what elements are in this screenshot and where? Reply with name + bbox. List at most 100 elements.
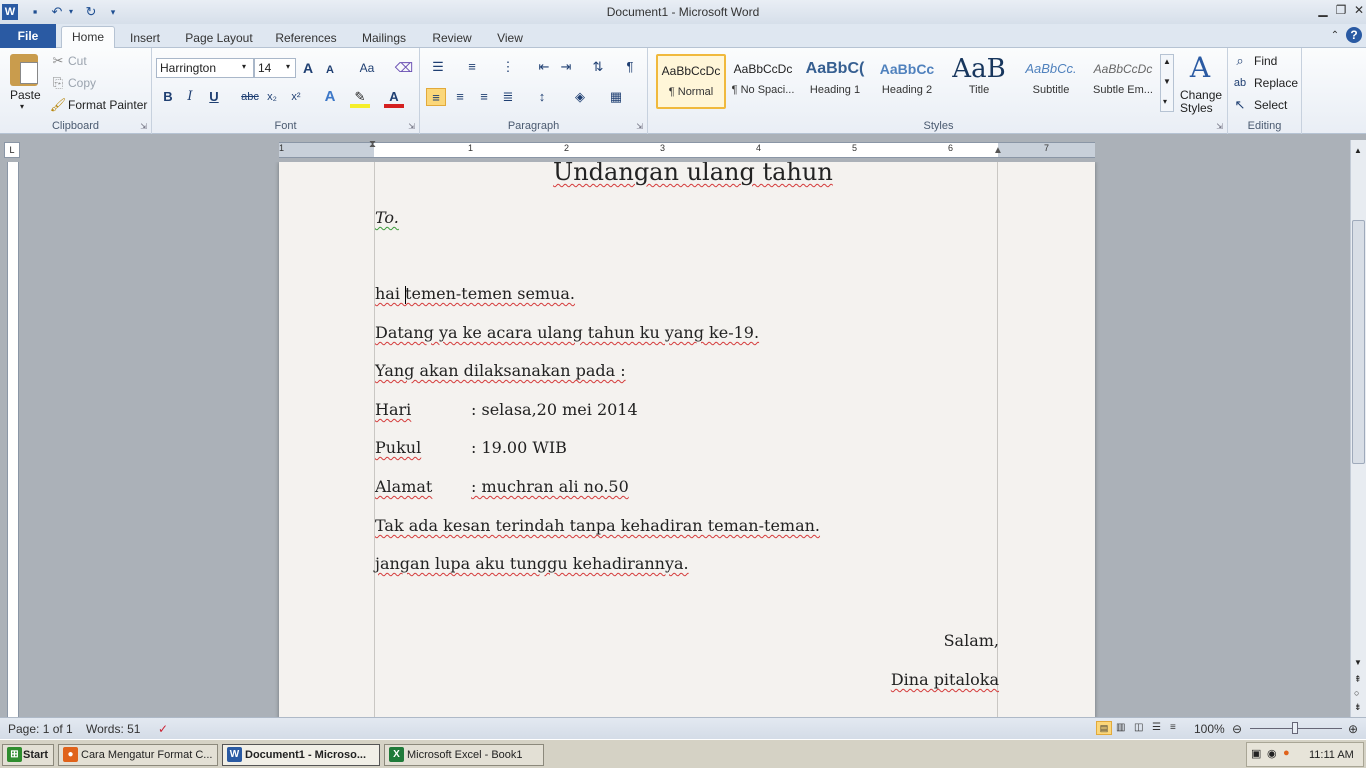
doc-hari-label[interactable]: Hari [375,400,411,419]
increase-indent-icon[interactable]: ⇥ [556,58,576,76]
font-name-field[interactable]: Harrington [156,58,254,78]
doc-line-1[interactable]: Datang ya ke acara ulang tahun ku yang k… [375,323,759,342]
line-spacing-icon[interactable]: ↕ [532,88,552,106]
tab-selector-icon[interactable]: L [4,142,20,158]
volume-icon[interactable]: ◉ [1267,747,1277,760]
font-size-dropdown-icon[interactable]: ▾ [286,62,290,71]
tab-review[interactable]: Review [428,28,476,48]
styles-scroll[interactable]: ▲ ▼ ▾ [1160,54,1174,112]
vertical-scrollbar[interactable]: ▲ ▼ ⇞ ○ ⇟ [1350,140,1366,717]
change-styles-label-2[interactable]: Styles [1180,101,1213,115]
ruler-bar[interactable]: 1 1 2 3 4 5 6 7 ⧗ ▲ [279,139,1095,158]
format-painter-button[interactable]: Format Painter [68,98,147,112]
next-page-icon[interactable]: ⇟ [1354,702,1362,713]
font-launcher-icon[interactable]: ⇲ [408,122,415,131]
doc-title[interactable]: Undangan ulang tahun [553,162,833,186]
page-count[interactable]: Page: 1 of 1 [8,722,73,736]
copy-button[interactable]: Copy [68,76,96,90]
tab-insert[interactable]: Insert [126,28,164,48]
tab-file[interactable]: File [0,24,56,48]
multilevel-list-icon[interactable]: ⋮ [498,58,518,76]
find-button[interactable]: Find [1254,54,1277,68]
print-layout-icon[interactable]: ▤ [1096,721,1112,735]
shrink-font-button[interactable]: A [320,61,340,79]
document-page[interactable]: Undangan ulang tahun To. hai temen-temen… [279,162,1095,717]
paste-button[interactable] [6,52,42,88]
paragraph-launcher-icon[interactable]: ⇲ [636,122,643,131]
word-count[interactable]: Words: 51 [86,722,140,736]
start-button[interactable]: ⊞ Start [2,744,54,766]
subscript-button[interactable]: x₂ [262,88,282,106]
doc-signature[interactable]: Dina pitaloka [891,670,999,689]
style-normal[interactable]: AaBbCcDc ¶ Normal [656,54,726,109]
taskbar-firefox[interactable]: ● Cara Mengatur Format C... [58,744,218,766]
taskbar-excel[interactable]: X Microsoft Excel - Book1 [384,744,544,766]
borders-icon[interactable]: ▦ [606,88,626,106]
tab-page-layout[interactable]: Page Layout [182,28,256,48]
bold-button[interactable]: B [158,88,178,106]
change-styles-icon[interactable]: A [1184,52,1216,84]
underline-button[interactable]: U [204,88,224,106]
tab-references[interactable]: References [272,28,340,48]
clear-formatting-icon[interactable]: ⌫ [394,59,414,77]
decrease-indent-icon[interactable]: ⇤ [534,58,554,76]
taskbar-word[interactable]: W Document1 - Microso... [222,744,380,766]
replace-button[interactable]: Replace [1254,76,1298,90]
font-color-icon[interactable]: A [384,88,404,108]
proofing-icon[interactable]: ✓ [158,722,168,736]
font-name-dropdown-icon[interactable]: ▾ [242,62,246,71]
highlight-icon[interactable]: ✎ [350,88,370,108]
doc-line-3[interactable]: Tak ada kesan terindah tanpa kehadiran t… [375,516,820,535]
italic-button[interactable]: I [180,88,200,106]
tab-mailings[interactable]: Mailings [356,28,412,48]
web-layout-icon[interactable]: ◫ [1134,722,1143,733]
strikethrough-button[interactable]: abc [238,88,262,106]
style-subtle-emphasis[interactable]: AaBbCcDc Subtle Em... [1088,54,1158,109]
align-center-icon[interactable]: ≡ [450,88,470,106]
doc-line-2[interactable]: Yang akan dilaksanakan pada : [375,361,626,380]
vertical-ruler-bar[interactable] [7,162,19,717]
browse-object-icon[interactable]: ○ [1354,688,1359,698]
justify-icon[interactable]: ≣ [498,88,518,106]
tray-app-icon[interactable]: ● [1283,747,1290,759]
styles-more-icon[interactable]: ▾ [1163,97,1167,106]
zoom-slider-thumb[interactable] [1292,722,1298,734]
doc-alamat-value[interactable]: : muchran ali no.50 [471,477,629,496]
paste-label[interactable]: Paste [10,88,41,102]
doc-pukul-label[interactable]: Pukul [375,438,421,457]
sort-icon[interactable]: ⇅ [588,58,608,76]
doc-hari-value[interactable]: : selasa,20 mei 2014 [471,400,638,419]
indent-marker-icon[interactable]: ⧗ [369,139,376,150]
close-button[interactable]: ✕ [1350,2,1366,18]
network-icon[interactable]: ▣ [1251,747,1261,760]
style-heading-1[interactable]: AaBbC( Heading 1 [800,54,870,109]
change-styles-label-1[interactable]: Change [1180,88,1222,102]
grow-font-button[interactable]: A [298,59,318,77]
styles-up-icon[interactable]: ▲ [1163,57,1171,66]
doc-closing[interactable]: Salam, [944,631,999,650]
zoom-level[interactable]: 100% [1194,722,1225,736]
scroll-up-icon[interactable]: ▲ [1354,146,1362,155]
paste-dropdown-icon[interactable]: ▾ [20,102,24,111]
style-heading-2[interactable]: AaBbCc Heading 2 [872,54,942,109]
restore-button[interactable]: ❐ [1332,2,1350,18]
draft-icon[interactable]: ≡ [1170,722,1176,733]
zoom-in-icon[interactable]: ⊕ [1348,722,1358,736]
help-icon[interactable]: ? [1346,27,1362,43]
minimize-ribbon-icon[interactable]: ⌃ [1326,28,1344,44]
document-area[interactable]: Undangan ulang tahun To. hai temen-temen… [24,162,1350,717]
text-effects-icon[interactable]: A [320,88,340,106]
outline-icon[interactable]: ☰ [1152,722,1161,733]
styles-down-icon[interactable]: ▼ [1163,77,1171,86]
scrollbar-thumb[interactable] [1352,220,1365,464]
scroll-down-icon[interactable]: ▼ [1354,658,1362,667]
tab-view[interactable]: View [494,28,526,48]
clock[interactable]: 11:11 AM [1309,749,1354,761]
full-screen-reading-icon[interactable]: ▥ [1116,722,1125,733]
clipboard-launcher-icon[interactable]: ⇲ [140,122,147,131]
cut-button[interactable]: Cut [68,54,87,68]
minimize-button[interactable]: ▁ [1314,2,1332,18]
style-title[interactable]: AaB Title [944,54,1014,109]
prev-page-icon[interactable]: ⇞ [1354,674,1362,685]
select-button[interactable]: Select [1254,98,1287,112]
